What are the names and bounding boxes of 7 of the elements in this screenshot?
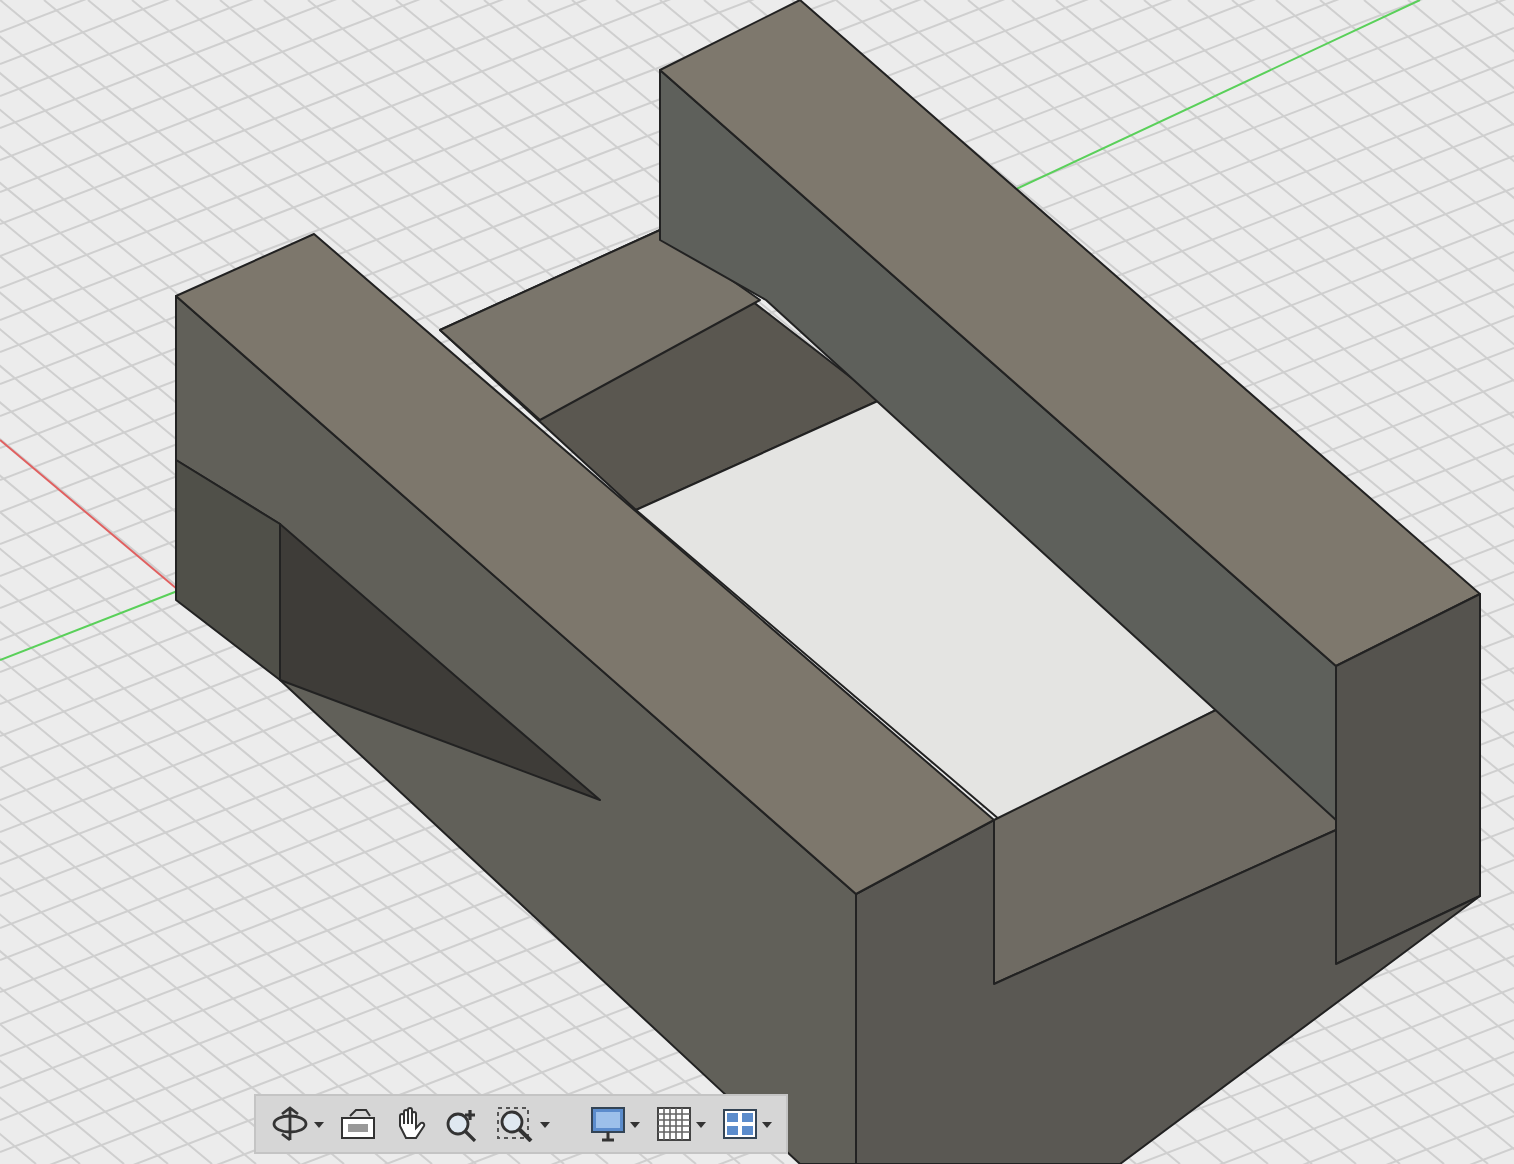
viewports-icon xyxy=(722,1108,758,1140)
zoom-window-icon xyxy=(496,1106,536,1142)
monitor-icon xyxy=(590,1106,626,1142)
grid-icon xyxy=(656,1106,692,1142)
zoom-icon xyxy=(444,1106,480,1142)
orbit-icon xyxy=(270,1106,310,1142)
screen-icon xyxy=(340,1108,376,1140)
